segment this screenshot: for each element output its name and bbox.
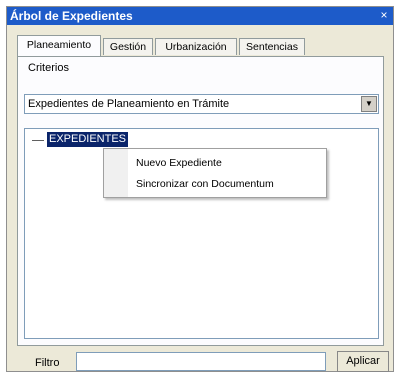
tab-urbanizacion[interactable]: Urbanización xyxy=(155,38,237,55)
criteria-select[interactable]: Expedientes de Planeamiento en Trámite ▼ xyxy=(24,94,379,114)
menu-item-nuevo-expediente[interactable]: Nuevo Expediente xyxy=(136,157,222,169)
context-menu: Nuevo Expediente Sincronizar con Documen… xyxy=(103,148,327,198)
tab-sentencias[interactable]: Sentencias xyxy=(239,38,305,55)
tree-connector-line xyxy=(32,140,44,141)
expedientes-tree-window: Árbol de Expedientes × Planeamiento Gest… xyxy=(6,6,394,372)
tab-gestion[interactable]: Gestión xyxy=(103,38,153,55)
window-titlebar[interactable]: Árbol de Expedientes × xyxy=(7,7,393,25)
menu-item-sincronizar-documentum[interactable]: Sincronizar con Documentum xyxy=(136,178,274,190)
criteria-selected-value: Expedientes de Planeamiento en Trámite xyxy=(28,98,230,110)
filter-row: Filtro Aplicar xyxy=(7,351,393,372)
tree-root-node[interactable]: EXPEDIENTES xyxy=(47,132,129,147)
filter-label: Filtro xyxy=(35,357,60,369)
chevron-down-icon[interactable]: ▼ xyxy=(361,96,377,112)
close-icon[interactable]: × xyxy=(377,8,391,22)
criteria-label: Criterios xyxy=(28,62,69,74)
filter-input[interactable] xyxy=(76,352,326,371)
window-title: Árbol de Expedientes xyxy=(10,9,133,23)
tab-panel: Criterios Expedientes de Planeamiento en… xyxy=(17,56,384,346)
apply-button[interactable]: Aplicar xyxy=(337,351,389,372)
context-menu-icon-gutter xyxy=(104,149,128,197)
tab-planeamiento[interactable]: Planeamiento xyxy=(17,35,101,56)
